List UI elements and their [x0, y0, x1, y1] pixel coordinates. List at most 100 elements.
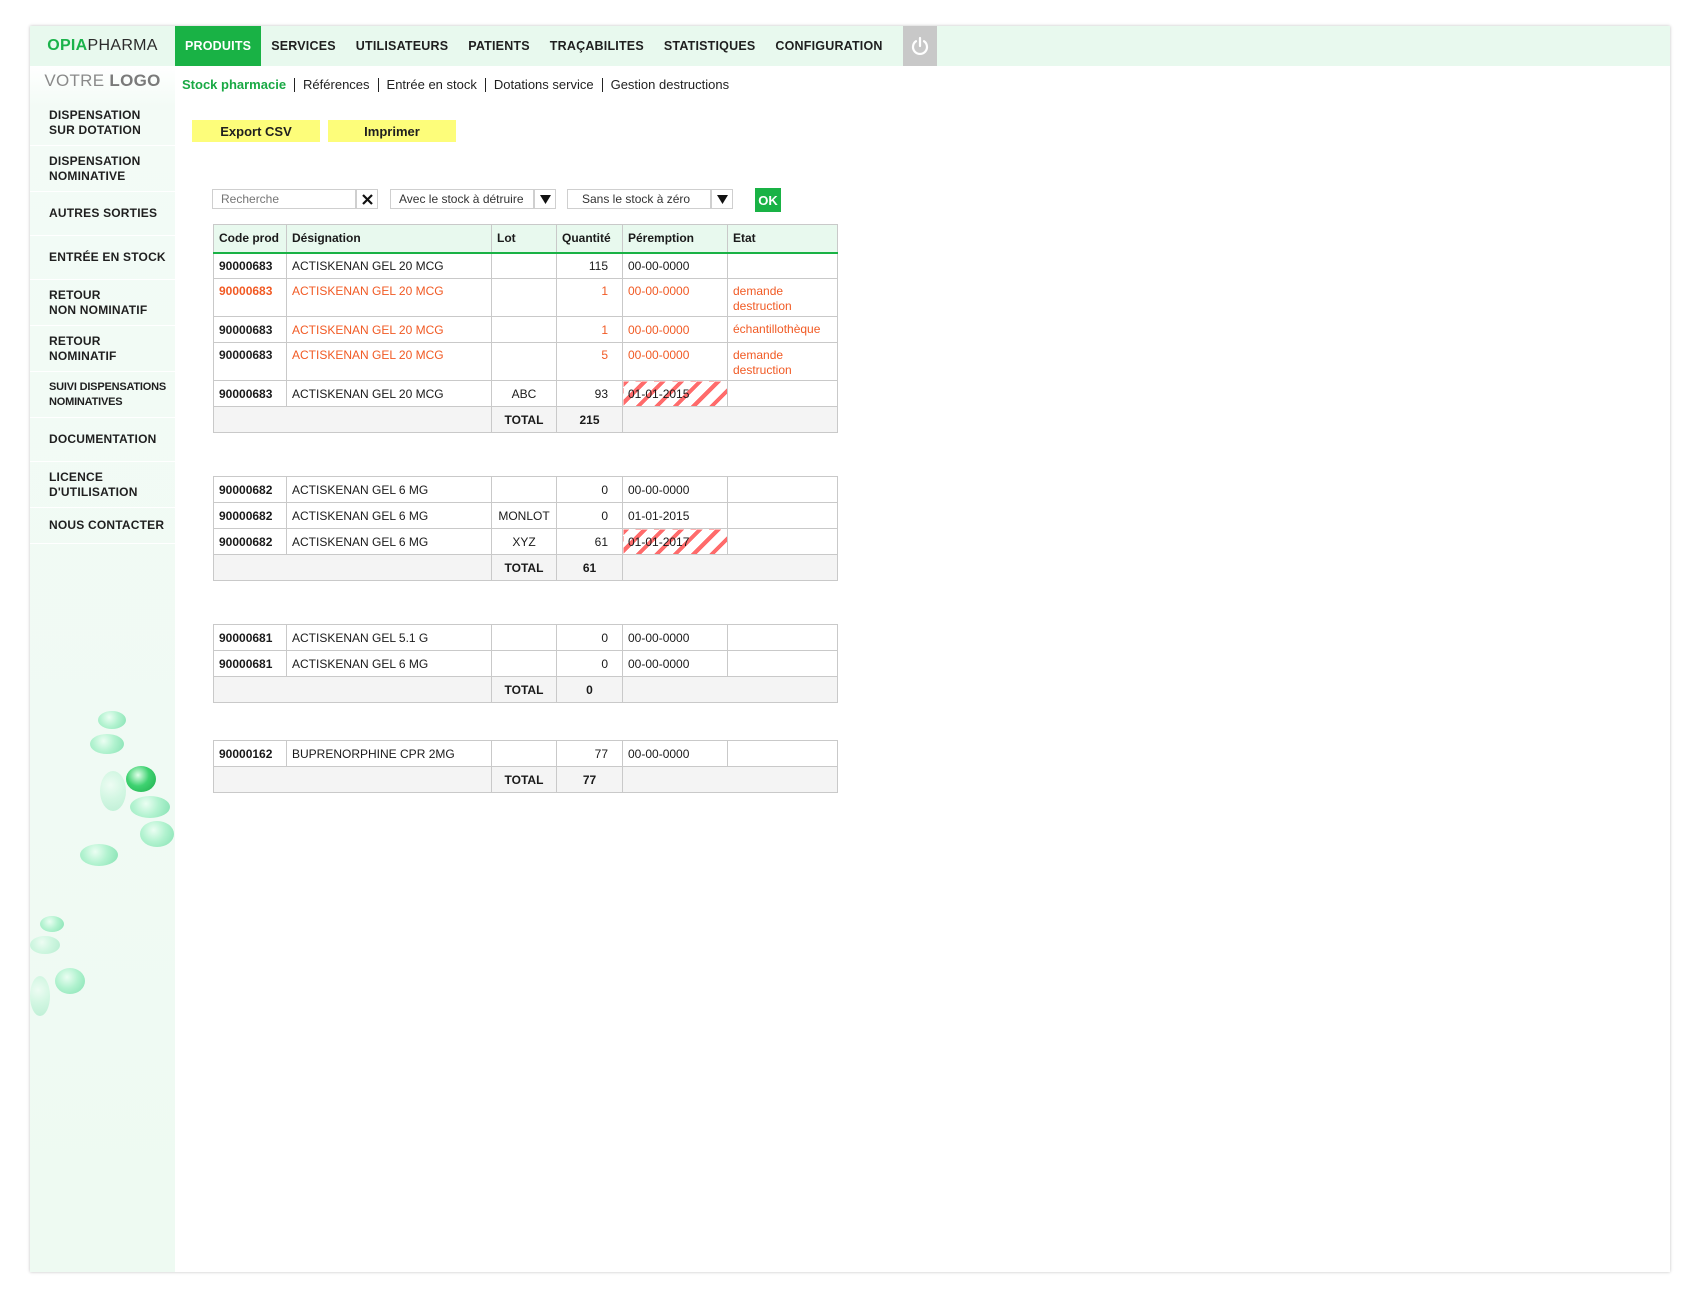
- lot-cell: ABC: [491, 380, 557, 407]
- sidebar-label: D'UTILISATION: [49, 484, 138, 499]
- quantity-cell: 0: [556, 502, 623, 529]
- zero-stock-filter-select[interactable]: Sans le stock à zéro: [567, 189, 711, 209]
- power-button[interactable]: [903, 26, 937, 66]
- expiry-date-cell: 00-00-0000: [622, 650, 728, 677]
- chevron-down-icon: [539, 194, 551, 204]
- sidebar-label: NOUS CONTACTER: [49, 518, 165, 532]
- stock-table-group: 90000162 BUPRENORPHINE CPR 2MG 77 00-00-000…: [213, 740, 838, 793]
- product-code-cell: 90000162: [213, 740, 287, 767]
- topnav-configuration[interactable]: CONFIGURATION: [765, 26, 892, 66]
- column-header[interactable]: Etat: [727, 224, 838, 254]
- subnav-references[interactable]: Références: [295, 78, 379, 92]
- export-csv-button[interactable]: Export CSV: [192, 120, 320, 142]
- quantity-cell: 93: [556, 380, 623, 407]
- search-input[interactable]: [212, 189, 356, 209]
- total-row: TOTAL 77: [213, 766, 838, 793]
- sidebar-item-dispensation-dotation[interactable]: DISPENSATION SUR DOTATION: [30, 100, 175, 146]
- table-row[interactable]: 90000682 ACTISKENAN GEL 6 MG 0 00-00-0000: [213, 476, 838, 503]
- lot-cell: XYZ: [491, 528, 557, 555]
- column-header[interactable]: Code prod: [213, 224, 287, 254]
- status-cell: [727, 502, 838, 529]
- topnav-utilisateurs[interactable]: UTILISATEURS: [346, 26, 458, 66]
- column-header[interactable]: Quantité: [556, 224, 623, 254]
- topnav-patients[interactable]: PATIENTS: [458, 26, 540, 66]
- sidebar-label: SUR DOTATION: [49, 122, 141, 137]
- subnav-dotations-service[interactable]: Dotations service: [486, 78, 603, 92]
- total-label: TOTAL: [491, 406, 557, 433]
- sidebar-item-retour-nominatif[interactable]: RETOUR NOMINATIF: [30, 326, 175, 372]
- topnav-produits[interactable]: PRODUITS: [175, 26, 262, 66]
- sidebar-item-dispensation-nominative[interactable]: DISPENSATION NOMINATIVE: [30, 146, 175, 192]
- table-row[interactable]: 90000683 ACTISKENAN GEL 20 MCG 115 00-00-00…: [213, 252, 838, 279]
- total-spacer: [622, 766, 838, 793]
- topnav-tracabilites[interactable]: TRAÇABILITES: [540, 26, 654, 66]
- designation-cell: ACTISKENAN GEL 20 MCG: [286, 380, 492, 407]
- sidebar-label: LICENCE: [49, 469, 104, 484]
- product-code-cell: 90000683: [213, 316, 287, 343]
- zero-stock-dropdown-button[interactable]: [711, 189, 733, 209]
- sidebar-item-entree-stock[interactable]: ENTRÉE EN STOCK: [30, 236, 175, 280]
- clear-search-button[interactable]: [356, 189, 378, 209]
- status-cell: demande destruction: [727, 278, 838, 317]
- sidebar-label: DOCUMENTATION: [49, 432, 157, 446]
- table-row[interactable]: 90000683 ACTISKENAN GEL 20 MCG 1 00-00-0000…: [213, 316, 838, 343]
- column-header[interactable]: Lot: [491, 224, 557, 254]
- logo-part2: LOGO: [109, 71, 161, 90]
- product-code-cell: 90000683: [213, 252, 287, 279]
- total-value: 61: [556, 554, 623, 581]
- sidebar: VOTRE LOGO DISPENSATION SUR DOTATION DISP…: [30, 66, 175, 1272]
- brand-part2: PHARMA: [87, 37, 158, 54]
- sidebar-item-documentation[interactable]: DOCUMENTATION: [30, 418, 175, 462]
- stock-table-group: 90000681 ACTISKENAN GEL 5.1 G 0 00-00-0000 9…: [213, 624, 838, 703]
- table-row[interactable]: 90000683 ACTISKENAN GEL 20 MCG ABC 93 01-01-…: [213, 380, 838, 407]
- table-row[interactable]: 90000681 ACTISKENAN GEL 5.1 G 0 00-00-0000: [213, 624, 838, 651]
- sidebar-item-autres-sorties[interactable]: AUTRES SORTIES: [30, 192, 175, 236]
- sidebar-label: DISPENSATION: [49, 153, 141, 168]
- table-row[interactable]: 90000683 ACTISKENAN GEL 20 MCG 5 00-00-0000…: [213, 342, 838, 381]
- designation-cell: ACTISKENAN GEL 6 MG: [286, 650, 492, 677]
- total-spacer: [622, 406, 838, 433]
- sidebar-item-licence[interactable]: LICENCE D'UTILISATION: [30, 462, 175, 508]
- sidebar-item-nous-contacter[interactable]: NOUS CONTACTER: [30, 508, 175, 544]
- expiry-date-cell: 01-01-2015: [622, 380, 728, 407]
- company-logo-placeholder: VOTRE LOGO: [30, 66, 175, 100]
- designation-cell: ACTISKENAN GEL 6 MG: [286, 476, 492, 503]
- table-row[interactable]: 90000683 ACTISKENAN GEL 20 MCG 1 00-00-0000…: [213, 278, 838, 317]
- expiry-date-cell: 00-00-0000: [622, 624, 728, 651]
- app-window: OPIA PHARMA PRODUITS SERVICES UTILISATEUR…: [30, 26, 1670, 1272]
- sidebar-label: NOMINATIF: [49, 348, 117, 363]
- stock-filter-select[interactable]: Avec le stock à détruire: [390, 189, 534, 209]
- quantity-cell: 61: [556, 528, 623, 555]
- quantity-cell: 1: [556, 316, 623, 343]
- expiry-date-cell: 00-00-0000: [622, 342, 728, 381]
- sidebar-label: NOMINATIVES: [49, 395, 123, 408]
- table-row[interactable]: 90000681 ACTISKENAN GEL 6 MG 0 00-00-0000: [213, 650, 838, 677]
- topnav-statistiques[interactable]: STATISTIQUES: [654, 26, 766, 66]
- column-header[interactable]: Désignation: [286, 224, 492, 254]
- table-row[interactable]: 90000162 BUPRENORPHINE CPR 2MG 77 00-00-000…: [213, 740, 838, 767]
- subnav-entree-stock[interactable]: Entrée en stock: [379, 78, 486, 92]
- stock-filter-dropdown-button[interactable]: [534, 189, 556, 209]
- product-code-cell: 90000681: [213, 624, 287, 651]
- total-label: TOTAL: [491, 766, 557, 793]
- quantity-cell: 0: [556, 624, 623, 651]
- table-row[interactable]: 90000682 ACTISKENAN GEL 6 MG XYZ 61 01-01-20…: [213, 528, 838, 555]
- print-button[interactable]: Imprimer: [328, 120, 456, 142]
- ok-button[interactable]: OK: [755, 188, 781, 212]
- subnav-gestion-destructions[interactable]: Gestion destructions: [603, 78, 738, 92]
- sub-nav: Stock pharmacie Références Entrée en sto…: [182, 78, 737, 92]
- table-row[interactable]: 90000682 ACTISKENAN GEL 6 MG MONLOT 0 01-01-…: [213, 502, 838, 529]
- column-header[interactable]: Péremption: [622, 224, 728, 254]
- total-spacer: [622, 676, 838, 703]
- sidebar-item-suivi-dispensations[interactable]: SUIVI DISPENSATIONS NOMINATIVES: [30, 372, 175, 418]
- lot-cell: [491, 476, 557, 503]
- total-spacer: [213, 766, 492, 793]
- quantity-cell: 77: [556, 740, 623, 767]
- chevron-down-icon: [716, 194, 728, 204]
- logo-part1: VOTRE: [44, 71, 110, 90]
- status-cell: [727, 476, 838, 503]
- subnav-stock-pharmacie[interactable]: Stock pharmacie: [182, 78, 296, 92]
- sidebar-item-retour-non-nominatif[interactable]: RETOUR NON NOMINATIF: [30, 280, 175, 326]
- sidebar-label: DISPENSATION: [49, 107, 141, 122]
- topnav-services[interactable]: SERVICES: [261, 26, 346, 66]
